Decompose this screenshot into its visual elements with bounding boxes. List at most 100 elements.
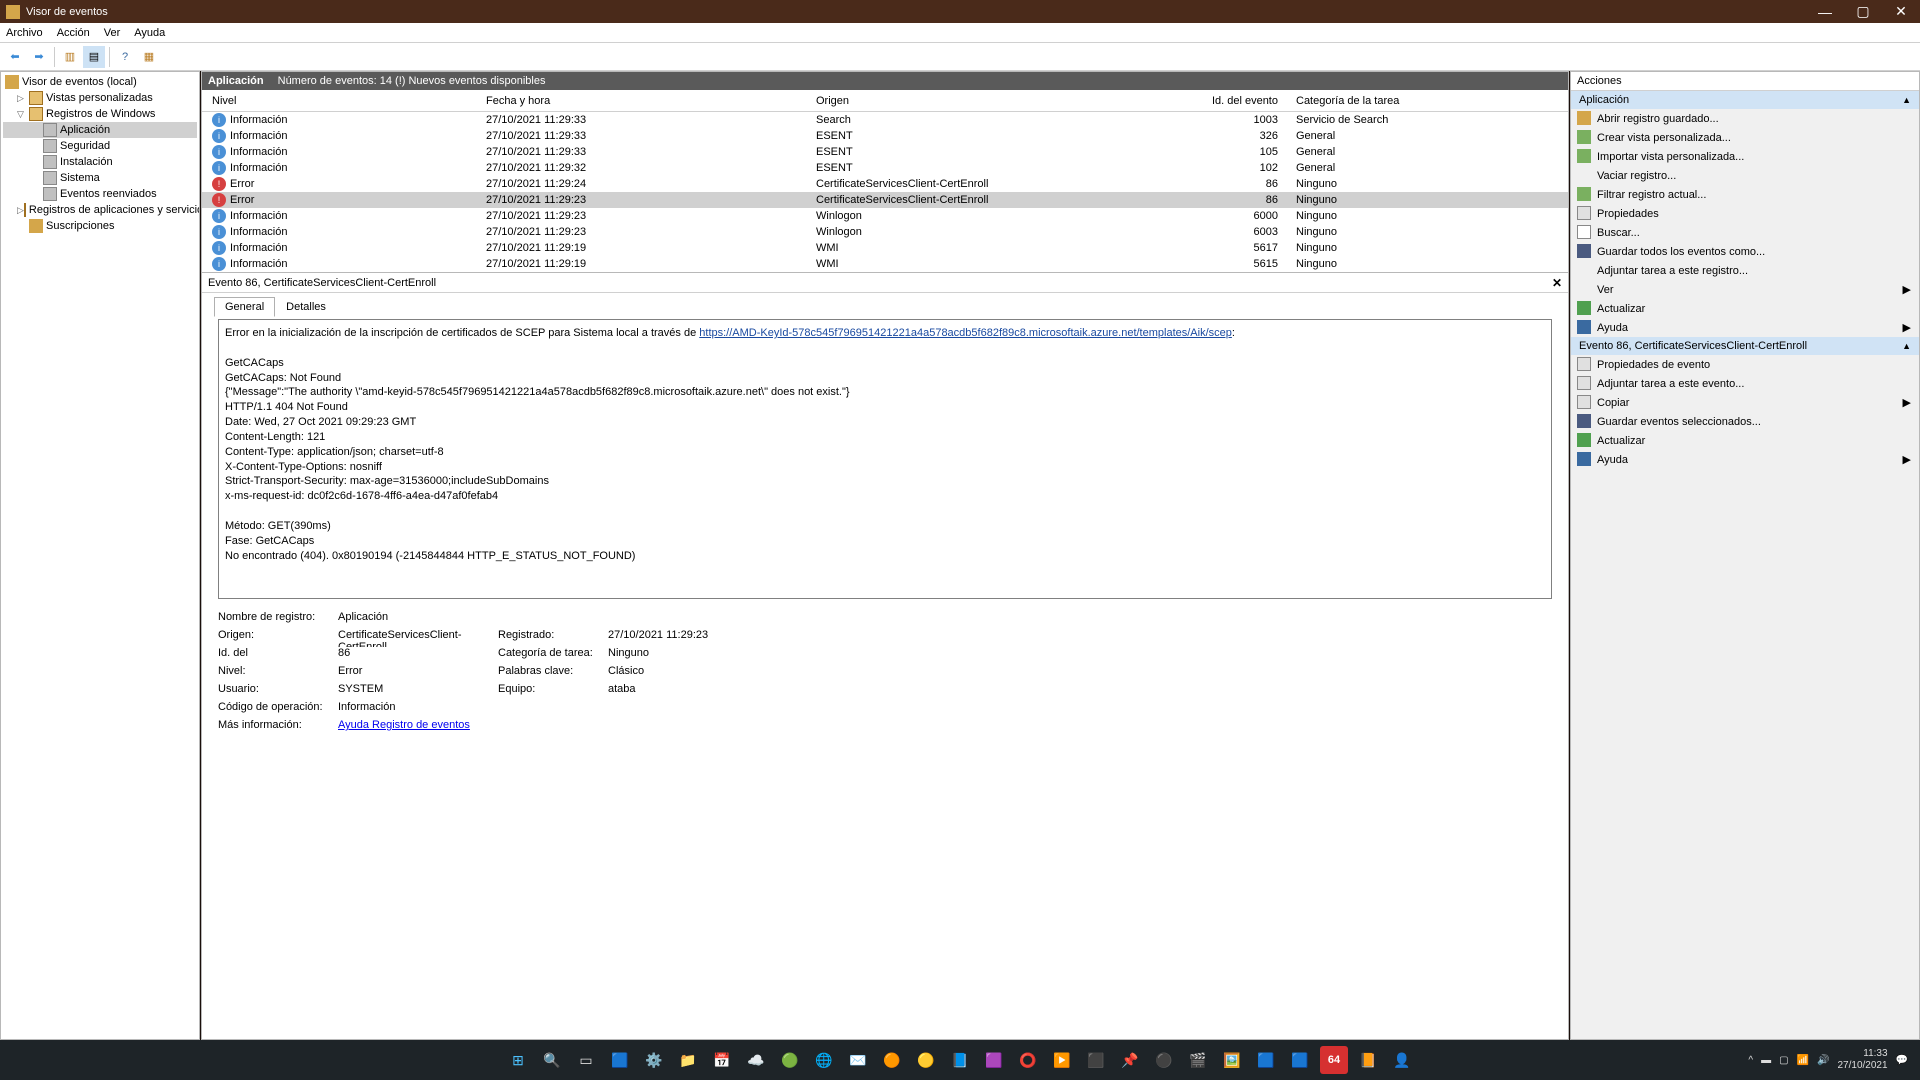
notification-icon[interactable]: 💬	[1896, 1055, 1908, 1066]
tree-security[interactable]: Seguridad	[3, 138, 197, 154]
action-refresh[interactable]: Actualizar	[1571, 299, 1919, 318]
app-icon[interactable]: 🟪	[980, 1046, 1008, 1074]
help-link[interactable]: Ayuda Registro de eventos	[338, 719, 470, 731]
close-button[interactable]: ✕	[1882, 0, 1920, 23]
event-row[interactable]: iInformación27/10/2021 11:29:23Winlogon6…	[202, 208, 1568, 224]
taskview-icon[interactable]: ▭	[572, 1046, 600, 1074]
action-save-selected[interactable]: Guardar eventos seleccionados...	[1571, 412, 1919, 431]
app-icon[interactable]: ✉️	[844, 1046, 872, 1074]
event-row[interactable]: iInformación27/10/2021 11:29:32ESENT102G…	[202, 160, 1568, 176]
tray-icon[interactable]: ▢	[1779, 1055, 1788, 1066]
tree-windows-logs[interactable]: ▽Registros de Windows	[3, 106, 197, 122]
app-icon[interactable]: ▶️	[1048, 1046, 1076, 1074]
app-icon[interactable]: ⚫	[1150, 1046, 1178, 1074]
app-icon[interactable]: 📌	[1116, 1046, 1144, 1074]
col-date[interactable]: Fecha y hora	[486, 95, 816, 107]
col-category[interactable]: Categoría de la tarea	[1296, 95, 1564, 107]
col-id[interactable]: Id. del evento	[1186, 95, 1296, 107]
clock[interactable]: 11:33 27/10/2021	[1837, 1048, 1887, 1072]
action-open-saved[interactable]: Abrir registro guardado...	[1571, 109, 1919, 128]
app-icon[interactable]: 👤	[1388, 1046, 1416, 1074]
app-icon[interactable]: 📁	[674, 1046, 702, 1074]
action-attach-task[interactable]: Adjuntar tarea a este registro...	[1571, 261, 1919, 280]
event-row[interactable]: iInformación27/10/2021 11:29:33Search100…	[202, 112, 1568, 128]
tab-details[interactable]: Detalles	[275, 297, 337, 317]
action-help[interactable]: Ayuda▶	[1571, 318, 1919, 337]
menu-ayuda[interactable]: Ayuda	[134, 27, 165, 39]
event-row[interactable]: iInformación27/10/2021 11:29:33ESENT326G…	[202, 128, 1568, 144]
forward-button[interactable]: ➡	[28, 46, 50, 68]
tree-application[interactable]: Aplicación	[3, 122, 197, 138]
tray-wifi-icon[interactable]: 📶	[1797, 1055, 1809, 1066]
menu-accion[interactable]: Acción	[57, 27, 90, 39]
action-import-view[interactable]: Importar vista personalizada...	[1571, 147, 1919, 166]
maximize-button[interactable]: ▢	[1844, 0, 1882, 23]
tray-icon[interactable]: ▬	[1761, 1055, 1771, 1066]
detail-close-button[interactable]: ✕	[1552, 276, 1562, 290]
app-icon[interactable]: 📅	[708, 1046, 736, 1074]
tree-system[interactable]: Sistema	[3, 170, 197, 186]
tree-app-services[interactable]: ▷Registros de aplicaciones y servicios	[3, 202, 197, 218]
show-tree-button[interactable]: ▥	[59, 46, 81, 68]
action-find[interactable]: Buscar...	[1571, 223, 1919, 242]
refresh-button[interactable]: ▦	[138, 46, 160, 68]
app-icon[interactable]: 🟦	[1252, 1046, 1280, 1074]
tree-custom-views[interactable]: ▷Vistas personalizadas	[3, 90, 197, 106]
collapse-icon[interactable]: ▲	[1902, 341, 1911, 351]
action-filter-log[interactable]: Filtrar registro actual...	[1571, 185, 1919, 204]
action-help2[interactable]: Ayuda▶	[1571, 450, 1919, 469]
action-view[interactable]: Ver▶	[1571, 280, 1919, 299]
event-list[interactable]: iInformación27/10/2021 11:29:33Search100…	[202, 112, 1568, 272]
tree-subscriptions[interactable]: Suscripciones	[3, 218, 197, 234]
event-row[interactable]: iInformación27/10/2021 11:29:19WMI5617Ni…	[202, 240, 1568, 256]
action-copy[interactable]: Copiar▶	[1571, 393, 1919, 412]
action-clear-log[interactable]: Vaciar registro...	[1571, 166, 1919, 185]
app-icon[interactable]: 🖼️	[1218, 1046, 1246, 1074]
action-properties[interactable]: Propiedades	[1571, 204, 1919, 223]
event-message[interactable]: Error en la inicialización de la inscrip…	[218, 319, 1552, 599]
scep-url-link[interactable]: https://AMD-KeyId-578c545f796951421221a4…	[699, 327, 1232, 339]
tab-general[interactable]: General	[214, 297, 275, 317]
search-icon[interactable]: 🔍	[538, 1046, 566, 1074]
col-source[interactable]: Origen	[816, 95, 1186, 107]
app-icon[interactable]: 🌐	[810, 1046, 838, 1074]
app-icon[interactable]: 🟡	[912, 1046, 940, 1074]
tray-volume-icon[interactable]: 🔊	[1817, 1055, 1829, 1066]
event-row[interactable]: !Error27/10/2021 11:29:24CertificateServ…	[202, 176, 1568, 192]
action-create-view[interactable]: Crear vista personalizada...	[1571, 128, 1919, 147]
app-icon[interactable]: ⬛	[1082, 1046, 1110, 1074]
col-level[interactable]: Nivel	[206, 95, 486, 107]
event-row[interactable]: iInformación27/10/2021 11:29:19WMI5615Ni…	[202, 256, 1568, 272]
event-row[interactable]: iInformación27/10/2021 11:29:23Winlogon6…	[202, 224, 1568, 240]
app-icon[interactable]: 🎬	[1184, 1046, 1212, 1074]
nav-tree[interactable]: Visor de eventos (local) ▷Vistas persona…	[0, 71, 200, 1040]
tree-forwarded[interactable]: Eventos reenviados	[3, 186, 197, 202]
action-event-props[interactable]: Propiedades de evento	[1571, 355, 1919, 374]
help-button[interactable]: ?	[114, 46, 136, 68]
tree-setup[interactable]: Instalación	[3, 154, 197, 170]
minimize-button[interactable]: —	[1806, 0, 1844, 23]
action-save-all[interactable]: Guardar todos los eventos como...	[1571, 242, 1919, 261]
preview-button[interactable]: ▤	[83, 46, 105, 68]
app-icon[interactable]: 🟦	[1286, 1046, 1314, 1074]
app-icon[interactable]: ⭕	[1014, 1046, 1042, 1074]
menu-archivo[interactable]: Archivo	[6, 27, 43, 39]
app-icon[interactable]: 📘	[946, 1046, 974, 1074]
collapse-icon[interactable]: ▲	[1902, 95, 1911, 105]
back-button[interactable]: ⬅	[4, 46, 26, 68]
tree-root[interactable]: Visor de eventos (local)	[3, 74, 197, 90]
app-icon[interactable]: 64	[1320, 1046, 1348, 1074]
action-event-attach[interactable]: Adjuntar tarea a este evento...	[1571, 374, 1919, 393]
grid-header[interactable]: Nivel Fecha y hora Origen Id. del evento…	[202, 90, 1568, 112]
app-icon[interactable]: 🟢	[776, 1046, 804, 1074]
app-icon[interactable]: 📙	[1354, 1046, 1382, 1074]
tray-chevron-icon[interactable]: ^	[1748, 1055, 1753, 1066]
menu-ver[interactable]: Ver	[104, 27, 121, 39]
start-button[interactable]: ⊞	[504, 1046, 532, 1074]
taskbar[interactable]: ⊞ 🔍 ▭ 🟦 ⚙️ 📁 📅 ☁️ 🟢 🌐 ✉️ 🟠 🟡 📘 🟪 ⭕ ▶️ ⬛ …	[0, 1040, 1920, 1080]
event-row[interactable]: !Error27/10/2021 11:29:23CertificateServ…	[202, 192, 1568, 208]
app-icon[interactable]: 🟦	[606, 1046, 634, 1074]
action-refresh2[interactable]: Actualizar	[1571, 431, 1919, 450]
app-icon[interactable]: 🟠	[878, 1046, 906, 1074]
event-row[interactable]: iInformación27/10/2021 11:29:33ESENT105G…	[202, 144, 1568, 160]
